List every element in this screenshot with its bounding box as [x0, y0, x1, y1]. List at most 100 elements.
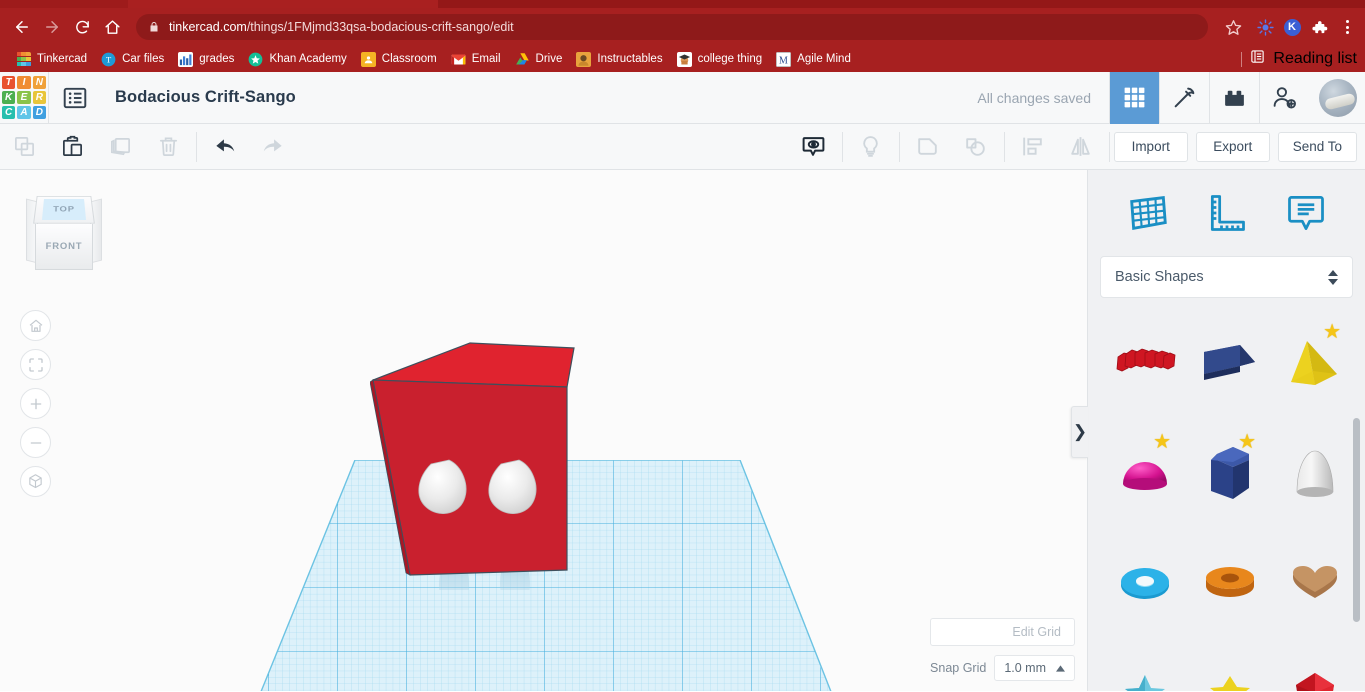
forward-button[interactable] [38, 13, 66, 41]
send-to-button[interactable]: Send To [1277, 131, 1357, 162]
shape-item-half-sphere[interactable]: ★ [1102, 424, 1187, 524]
browser-menu-button[interactable] [1337, 20, 1357, 34]
bookmark-star-button[interactable] [1218, 19, 1248, 36]
shape-item-tube[interactable] [1187, 534, 1272, 634]
extension-icons: K [1250, 18, 1357, 36]
shape-item-paraboloid[interactable] [1272, 424, 1357, 524]
delete-button[interactable] [144, 124, 192, 170]
align-button[interactable] [1009, 124, 1057, 170]
address-bar[interactable]: tinkercad.com/things/1FMjmd33qsa-bodacio… [136, 14, 1208, 40]
shape-category-select[interactable]: Basic Shapes [1100, 256, 1353, 298]
project-list-button[interactable] [49, 72, 101, 124]
browser-tab-active[interactable] [128, 0, 438, 8]
starred-icon: ★ [1153, 431, 1171, 453]
bookmark-label: Instructables [597, 53, 663, 65]
bookmark-agile-mind[interactable]: M Agile Mind [770, 49, 857, 70]
hexagonal-prism-shape-icon [1210, 447, 1249, 499]
shapes-panel-scrollbar[interactable] [1353, 418, 1360, 622]
panel-collapse-button[interactable]: ❯ [1071, 406, 1088, 458]
bookmark-tinkercad[interactable]: Tinkercad [10, 49, 93, 70]
orthographic-toggle-button[interactable] [20, 466, 51, 497]
bookmark-instructables[interactable]: Instructables [570, 49, 668, 70]
show-hide-button[interactable] [790, 124, 838, 170]
shape-item-star-thick[interactable] [1187, 644, 1272, 691]
snap-grid-select[interactable]: 1.0 mm [994, 655, 1075, 681]
shape-item-text[interactable] [1102, 314, 1187, 414]
view-cube[interactable]: TOP FRONT [22, 190, 106, 274]
shape-item-hexagonal-prism[interactable]: ★ [1187, 424, 1272, 524]
copy-button[interactable] [0, 124, 48, 170]
zoom-in-button[interactable] [20, 388, 51, 419]
bookmark-label: college thing [697, 53, 763, 65]
sunburst-extension-icon[interactable] [1256, 18, 1274, 36]
ungroup-button[interactable] [952, 124, 1000, 170]
home-button[interactable] [98, 13, 126, 41]
view-cube-top-face[interactable]: TOP [33, 196, 95, 224]
workplane-tab[interactable] [1120, 188, 1176, 238]
reload-button[interactable] [68, 13, 96, 41]
fit-to-view-button[interactable] [20, 349, 51, 380]
group-button[interactable] [904, 124, 952, 170]
blocks-button[interactable] [1209, 71, 1259, 124]
note-tab[interactable] [1278, 188, 1334, 238]
ruler-icon [1210, 195, 1245, 231]
light-button[interactable] [847, 124, 895, 170]
logo-letter: I [17, 75, 31, 89]
svg-text:M: M [779, 55, 788, 66]
shape-item-pyramid[interactable]: ★ [1272, 314, 1357, 414]
url-domain: tinkercad.com [169, 20, 247, 34]
puzzle-extension-icon[interactable] [1310, 18, 1328, 36]
shape-item-box[interactable] [1187, 314, 1272, 414]
grid-controls: Edit Grid Snap Grid 1.0 mm [930, 618, 1075, 681]
avatar[interactable] [1319, 78, 1357, 117]
shape-item-star[interactable] [1102, 644, 1187, 691]
back-button[interactable] [8, 13, 36, 41]
browser-tab[interactable] [0, 0, 128, 8]
page-title[interactable]: Bodacious Crift-Sango [115, 88, 296, 107]
bookmark-drive[interactable]: Drive [509, 49, 569, 70]
fit-to-view-icon [28, 357, 43, 372]
designs-grid-button[interactable] [1109, 71, 1159, 124]
svg-text:T: T [106, 54, 112, 64]
3d-canvas[interactable]: TOP FRONT Edit Grid Snap Grid 1.0 mm [0, 170, 1087, 691]
browser-window: tinkercad.com/things/1FMjmd33qsa-bodacio… [0, 0, 1365, 692]
invite-button[interactable] [1259, 71, 1309, 124]
bookmark-classroom[interactable]: Classroom [355, 49, 443, 70]
home-view-button[interactable] [20, 310, 51, 341]
model-object[interactable] [369, 340, 585, 615]
shape-item-torus[interactable] [1102, 534, 1187, 634]
bookmark-car-files[interactable]: T Car files [95, 49, 170, 70]
bookmark-college-thing[interactable]: college thing [671, 49, 769, 70]
main-area: TOP FRONT Edit Grid Snap Grid 1.0 mm ❯ B… [0, 170, 1365, 691]
edit-grid-button[interactable]: Edit Grid [930, 618, 1075, 646]
bookmark-email[interactable]: Email [445, 49, 507, 70]
starred-icon: ★ [1323, 321, 1341, 343]
show-hide-eye-icon [802, 137, 825, 156]
paste-button[interactable] [48, 124, 96, 170]
college-favicon [676, 51, 692, 67]
export-button[interactable]: Export [1195, 131, 1270, 162]
divider [1241, 51, 1243, 67]
shape-item-heart[interactable] [1272, 534, 1357, 634]
shape-item-polygon[interactable] [1272, 644, 1357, 691]
k-extension-icon[interactable]: K [1283, 18, 1301, 36]
duplicate-button[interactable] [96, 124, 144, 170]
bookmark-khan-academy[interactable]: Khan Academy [242, 49, 352, 70]
mirror-button[interactable] [1057, 124, 1105, 170]
import-button[interactable]: Import [1113, 131, 1188, 162]
tinkercad-logo[interactable]: T I N K E R C A D [0, 74, 48, 122]
browser-nav-bar: tinkercad.com/things/1FMjmd33qsa-bodacio… [0, 8, 1365, 46]
divider [841, 131, 843, 162]
view-cube-front-face[interactable]: FRONT [35, 224, 93, 270]
tinker-button[interactable] [1159, 71, 1209, 124]
bookmark-grades[interactable]: grades [172, 49, 240, 70]
redo-button[interactable] [249, 124, 297, 170]
browser-tab-strip[interactable] [0, 0, 1365, 8]
ruler-tab[interactable] [1199, 188, 1255, 238]
undo-button[interactable] [201, 124, 249, 170]
group-icon [918, 138, 937, 155]
zoom-out-button[interactable] [20, 427, 51, 458]
red-box-with-cones[interactable] [369, 340, 585, 615]
reading-list-button[interactable]: Reading list [1241, 49, 1357, 69]
logo-letter: K [2, 90, 16, 105]
